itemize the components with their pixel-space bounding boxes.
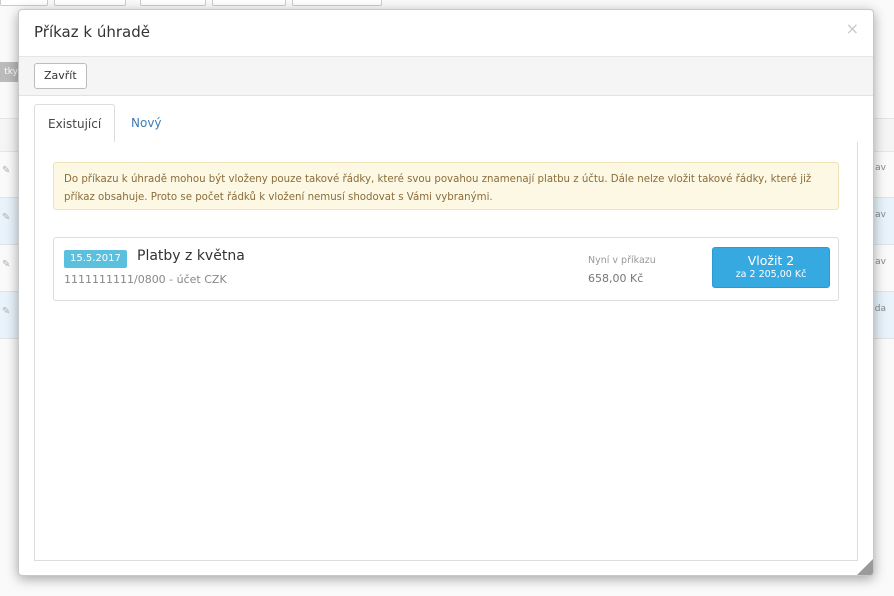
payment-order-dialog: Příkaz k úhradě × Zavřít Existující Nový… [18, 9, 874, 576]
insert-button[interactable]: Vložit 2 za 2 205,00 Kč [712, 247, 830, 288]
resize-handle-icon[interactable] [857, 559, 873, 575]
tag-icon: ✎ [2, 212, 11, 223]
payment-order-item: 15.5.2017 Platby z května 1111111111/080… [53, 237, 839, 301]
insert-button-label: Vložit 2 [747, 253, 795, 268]
background-toolbar-button [0, 0, 48, 6]
insert-button-sublabel: za 2 205,00 Kč [735, 269, 807, 280]
tab-pane-existing: Do příkazu k úhradě mohou být vloženy po… [34, 142, 858, 561]
tag-icon: ✎ [2, 306, 11, 317]
background-toolbar-button [140, 0, 206, 6]
dialog-title: Příkaz k úhradě [34, 23, 150, 41]
close-button[interactable]: Zavřít [34, 63, 87, 89]
order-account: 1111111111/0800 - účet CZK [64, 273, 227, 286]
warning-notice: Do příkazu k úhradě mohou být vloženy po… [53, 162, 839, 210]
dialog-toolbar: Zavřít [19, 57, 873, 96]
background-row-text: da [874, 304, 886, 314]
background-row-text: av [875, 210, 886, 220]
order-date-badge: 15.5.2017 [64, 250, 127, 268]
background-tag: tky [0, 62, 20, 82]
tab-existing[interactable]: Existující [34, 104, 116, 143]
background-toolbar-button [292, 0, 382, 6]
background-row-text: av [875, 257, 886, 267]
in-order-amount: 658,00 Kč [588, 272, 644, 285]
dialog-tabs: Existující Nový [34, 104, 858, 143]
background-toolbar-button [54, 0, 126, 6]
tab-new[interactable]: Nový [118, 104, 175, 142]
order-name: Platby z května [137, 248, 245, 264]
close-icon[interactable]: × [846, 21, 859, 37]
tag-icon: ✎ [2, 165, 11, 176]
dialog-header: Příkaz k úhradě × [19, 10, 873, 57]
background-row-text: av [875, 163, 886, 173]
tag-icon: ✎ [2, 259, 11, 270]
background-toolbar-button [212, 0, 286, 6]
in-order-label: Nyní v příkazu [588, 255, 656, 266]
